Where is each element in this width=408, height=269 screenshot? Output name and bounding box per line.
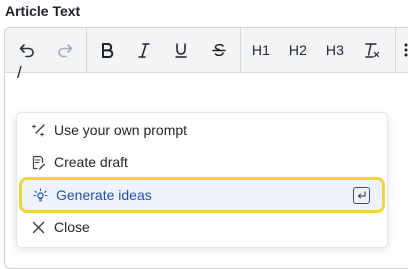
menu-item-label: Close (54, 219, 90, 235)
toolbar-divider (86, 28, 87, 72)
bold-icon (102, 43, 114, 58)
toolbar-divider (240, 28, 241, 72)
menu-item-close[interactable]: Close (17, 211, 387, 243)
clear-formatting-button[interactable] (357, 28, 387, 72)
italic-button[interactable] (129, 28, 159, 72)
bold-button[interactable] (92, 28, 122, 72)
more-vertical-icon (404, 43, 408, 57)
clear-formatting-icon (365, 43, 380, 58)
magic-wand-icon (30, 122, 46, 138)
toolbar-divider (395, 28, 396, 72)
strikethrough-icon (212, 43, 226, 57)
menu-item-use-own-prompt[interactable]: Use your own prompt (17, 114, 387, 146)
editor-content[interactable]: / (17, 63, 22, 83)
editor-toolbar: H1 H2 H3 (5, 28, 408, 73)
menu-item-generate-ideas[interactable]: Generate ideas (19, 177, 385, 213)
article-text-label: Article Text (5, 3, 81, 19)
menu-item-label: Use your own prompt (54, 122, 188, 138)
undo-icon (19, 44, 34, 58)
menu-item-create-draft[interactable]: Create draft (17, 146, 387, 178)
more-options-button[interactable] (401, 28, 408, 72)
menu-item-label: Create draft (54, 154, 128, 170)
draft-document-icon (30, 154, 46, 170)
redo-icon (58, 44, 73, 58)
ai-command-menu: Use your own prompt Create draft Generat… (16, 112, 388, 248)
heading-3-button[interactable]: H3 (319, 28, 351, 72)
enter-key-icon (353, 186, 370, 204)
menu-item-label: Generate ideas (56, 187, 152, 203)
close-icon (30, 219, 46, 235)
italic-icon (138, 43, 150, 58)
strikethrough-button[interactable] (204, 28, 234, 72)
heading-2-button[interactable]: H2 (282, 28, 314, 72)
redo-button[interactable] (51, 28, 79, 72)
underline-icon (175, 43, 187, 58)
heading-1-button[interactable]: H1 (245, 28, 277, 72)
underline-button[interactable] (166, 28, 196, 72)
lightbulb-icon (32, 187, 48, 203)
